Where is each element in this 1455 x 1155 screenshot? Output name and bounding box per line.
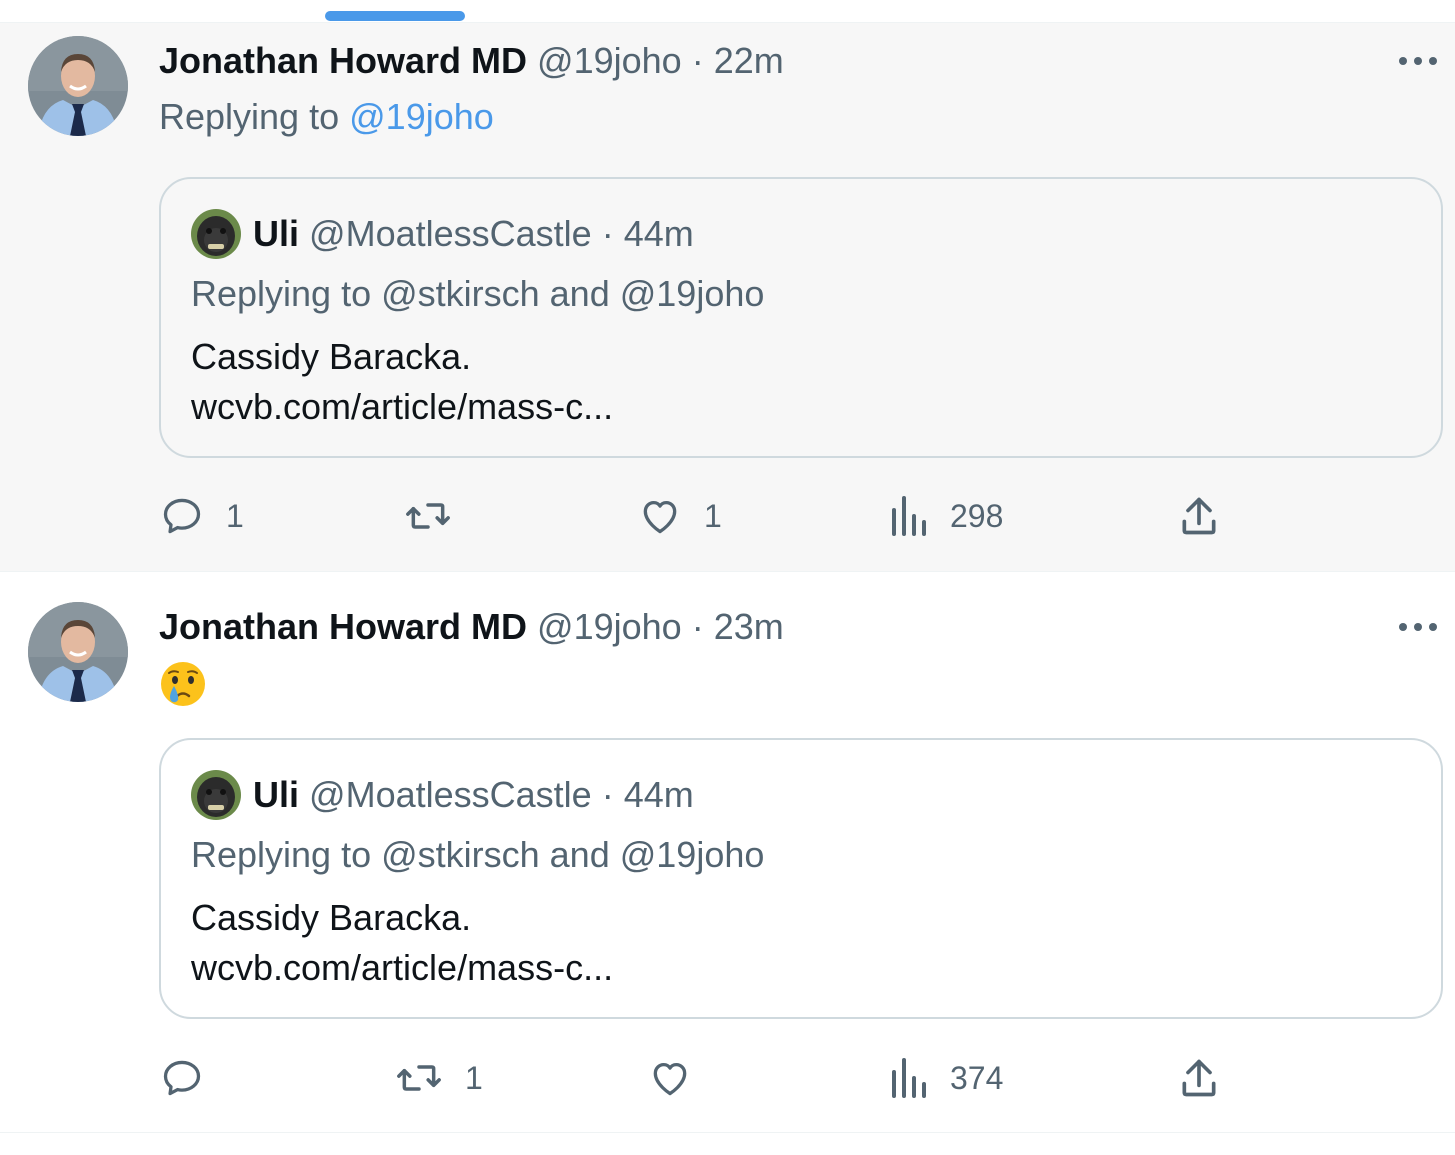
- quoted-link: wcvb.com/article/mass-c...: [191, 386, 614, 427]
- replying-mention-link[interactable]: @19joho: [349, 96, 494, 137]
- separator: ·: [601, 774, 614, 815]
- views-button[interactable]: 298: [888, 491, 1003, 541]
- retweet-icon: [406, 503, 450, 529]
- author-avatar[interactable]: [28, 36, 128, 136]
- like-button[interactable]: [648, 1053, 714, 1103]
- share-icon: [1182, 1059, 1216, 1097]
- share-icon: [1182, 497, 1216, 535]
- like-count: 1: [704, 497, 722, 534]
- tweet-header: Jonathan Howard MD @19joho · 22m: [159, 39, 784, 83]
- tweet[interactable]: Jonathan Howard MD @19joho · 23m Uli @Mo…: [0, 572, 1455, 1133]
- retweet-count: 1: [465, 1059, 483, 1096]
- quoted-author-avatar: [191, 209, 241, 259]
- author-name[interactable]: Jonathan Howard MD: [159, 606, 527, 647]
- quoted-text-line: Cassidy Baracka.: [191, 336, 472, 377]
- more-icon[interactable]: [1395, 615, 1441, 639]
- quoted-text: Cassidy Baracka. wcvb.com/article/mass-c…: [191, 893, 613, 993]
- timestamp[interactable]: 23m: [714, 606, 784, 647]
- quoted-replying-to: Replying to @stkirsch and @19joho: [191, 834, 765, 875]
- reply-icon: [163, 498, 201, 534]
- quoted-header: Uli @MoatlessCastle · 44m: [253, 773, 694, 817]
- quoted-replying-to: Replying to @stkirsch and @19joho: [191, 273, 765, 314]
- views-button[interactable]: 374: [888, 1053, 1003, 1103]
- author-name[interactable]: Jonathan Howard MD: [159, 40, 527, 81]
- views-icon: [892, 1058, 926, 1098]
- quoted-link: wcvb.com/article/mass-c...: [191, 947, 614, 988]
- views-icon: [892, 496, 926, 536]
- quoted-timestamp: 44m: [623, 213, 694, 254]
- retweet-icon: [397, 1065, 441, 1091]
- like-icon: [653, 1062, 687, 1096]
- separator: ·: [691, 40, 704, 81]
- tweet-header: Jonathan Howard MD @19joho · 23m: [159, 605, 784, 649]
- quoted-header: Uli @MoatlessCastle · 44m: [253, 212, 694, 256]
- crying-face-emoji: [159, 660, 207, 708]
- reply-button[interactable]: [160, 1053, 226, 1103]
- tweet-actions: 1 374: [0, 1053, 1455, 1103]
- tweet[interactable]: Jonathan Howard MD @19joho · 22m Replyin…: [0, 23, 1455, 572]
- top-tab-strip: [0, 0, 1455, 22]
- author-handle[interactable]: @19joho: [537, 606, 682, 647]
- retweet-button[interactable]: [404, 491, 474, 541]
- quoted-author-avatar: [191, 770, 241, 820]
- quoted-author-name[interactable]: Uli: [253, 213, 299, 254]
- views-count: 374: [950, 1059, 1004, 1096]
- replying-label: Replying to: [159, 96, 340, 137]
- author-handle[interactable]: @19joho: [537, 40, 682, 81]
- quoted-text: Cassidy Baracka. wcvb.com/article/mass-c…: [191, 332, 613, 432]
- quoted-tweet[interactable]: Uli @MoatlessCastle · 44m Replying to @s…: [159, 177, 1443, 458]
- more-icon[interactable]: [1395, 49, 1441, 73]
- quoted-timestamp: 44m: [623, 774, 694, 815]
- share-button[interactable]: [1178, 491, 1220, 541]
- quoted-tweet[interactable]: Uli @MoatlessCastle · 44m Replying to @s…: [159, 738, 1443, 1019]
- reply-button[interactable]: 1: [160, 491, 244, 541]
- active-tab-indicator: [325, 11, 465, 21]
- tweet-actions: 1 1 298: [0, 491, 1455, 541]
- reply-icon: [163, 1060, 201, 1096]
- quoted-author-name[interactable]: Uli: [253, 774, 299, 815]
- retweet-button[interactable]: 1: [395, 1053, 483, 1103]
- like-icon: [643, 500, 677, 534]
- separator: ·: [691, 606, 704, 647]
- views-count: 298: [950, 497, 1004, 534]
- quoted-author-handle[interactable]: @MoatlessCastle: [309, 213, 592, 254]
- like-button[interactable]: 1: [638, 491, 722, 541]
- separator: ·: [601, 213, 614, 254]
- reply-count: 1: [226, 497, 244, 534]
- quoted-author-handle[interactable]: @MoatlessCastle: [309, 774, 592, 815]
- replying-to: Replying to @19joho: [159, 95, 494, 139]
- quoted-text-line: Cassidy Baracka.: [191, 897, 472, 938]
- share-button[interactable]: [1178, 1053, 1220, 1103]
- timestamp[interactable]: 22m: [714, 40, 784, 81]
- author-avatar[interactable]: [28, 602, 128, 702]
